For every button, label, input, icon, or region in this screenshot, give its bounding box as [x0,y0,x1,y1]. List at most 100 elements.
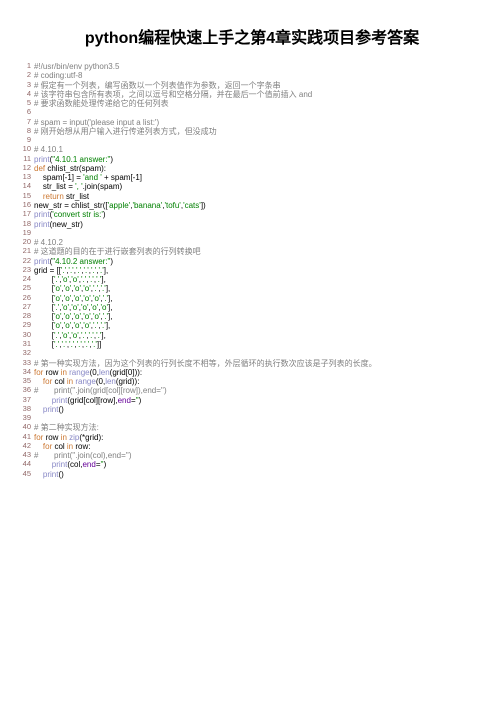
code-token: grid = [[ [34,266,61,275]
code-token: (grid[col][row], [67,396,117,405]
code-token: ) [104,460,107,469]
code-token: ], [106,321,110,330]
code-token: row: [75,442,90,451]
code-token: () [58,470,63,479]
line-content: def chlist_str(spam): [34,164,484,173]
code-token: ], [108,303,112,312]
code-token: (*grid): [79,433,103,442]
code-line: 2# coding:utf-8 [20,71,484,80]
code-token: ) [110,257,113,266]
code-line: 32 [20,349,484,358]
code-token: [ [34,312,54,321]
code-line: 20# 4.10.2 [20,238,484,247]
line-content: for row in zip(*grid): [34,433,484,442]
line-content [34,136,484,145]
line-content: str_list = ', '.join(spam) [34,182,484,191]
code-token: "4.10.2 answer:" [52,257,110,266]
code-token: 'o' [54,321,62,330]
code-token: () [58,405,63,414]
code-token: end [118,396,131,405]
code-token: return [43,192,66,201]
code-token [34,405,43,414]
line-content: ['.','o','o','.','.','.'], [34,275,484,284]
code-line: 28 ['o','o','o','o','o','.'], [20,312,484,321]
code-token: print [52,396,68,405]
line-content: ['o','o','o','o','.','.'], [34,284,484,293]
code-line: 21# 这道题的目的在于进行嵌套列表的行列转换吧 [20,247,484,256]
line-content: # 要求函数能处理传递给它的任何列表 [34,99,484,108]
code-block: 1#!/usr/bin/env python3.52# coding:utf-8… [20,62,484,479]
code-line: 14 str_list = ', '.join(spam) [20,182,484,191]
code-token: str_list = [34,182,75,191]
code-token: len [99,368,110,377]
code-token [34,377,43,386]
code-token: print [52,460,68,469]
code-line: 44 print(col,end='') [20,460,484,469]
line-content: ['.','o','o','.','.','.'], [34,331,484,340]
page-title: python编程快速上手之第4章实践项目参考答案 [20,24,484,48]
code-token: + spam[- [102,173,136,182]
code-token: 'o' [62,303,70,312]
line-content: new_str = chlist_str(['apple','banana','… [34,201,484,210]
code-token: 'and ' [83,173,102,182]
code-token [34,442,43,451]
code-line: 8# 刚开始想从用户输入进行传递列表方式，但没成功 [20,127,484,136]
code-token: ]] [97,340,101,349]
code-token: 'o' [62,331,70,340]
code-line: 11print("4.10.1 answer:") [20,155,484,164]
code-token: 'o' [71,303,79,312]
code-token: 'cats' [183,201,201,210]
code-token: len [105,377,116,386]
code-token: ], [106,284,110,293]
code-token: 'convert str is:' [52,210,103,219]
code-token [34,396,52,405]
line-content: print('convert str is:') [34,210,484,219]
code-token: # 4.10.1 [34,145,63,154]
code-token [34,470,43,479]
code-line: 4# 该字符串包含所有表项，之间以逗号和空格分隔，并在最后一个值前插入 and [20,90,484,99]
code-token: row [46,368,61,377]
code-token: 'o' [83,312,91,321]
code-token: # coding:utf-8 [34,71,82,80]
code-line: 12def chlist_str(spam): [20,164,484,173]
code-token: chlist_str(spam): [47,164,106,173]
code-token: 'o' [54,294,62,303]
code-line: 19 [20,229,484,238]
code-line: 7# spam = input('please input a list:') [20,118,484,127]
line-content: print(grid[col][row],end='') [34,396,484,405]
code-token: (grid)): [116,377,140,386]
code-line: 16new_str = chlist_str(['apple','banana'… [20,201,484,210]
code-line: 41for row in zip(*grid): [20,433,484,442]
code-token: 'o' [93,312,101,321]
code-token: print [43,470,59,479]
code-token: row [46,433,61,442]
line-content: grid = [['.','.','.','.','.','.'], [34,266,484,275]
code-token: "4.10.1 answer:" [52,155,110,164]
code-token: ) [110,155,113,164]
code-line: 15 return str_list [20,192,484,201]
code-token: for [43,377,55,386]
line-content: # print(''.join(grid[col][row]),end='') [34,386,484,395]
code-token: new_str = chlist_str([ [34,201,108,210]
code-token: end [82,460,95,469]
code-line: 1#!/usr/bin/env python3.5 [20,62,484,71]
line-content: print("4.10.2 answer:") [34,257,484,266]
line-content: for row in range(0,len(grid[0])): [34,368,484,377]
code-token: ], [101,275,105,284]
line-content: # coding:utf-8 [34,71,484,80]
code-line: 22print("4.10.2 answer:") [20,257,484,266]
line-content: print() [34,470,484,479]
code-line: 36# print(''.join(grid[col][row]),end=''… [20,386,484,395]
code-token: range [75,377,95,386]
code-token: 'o' [54,312,62,321]
code-token: [ [34,303,54,312]
line-content: # 刚开始想从用户输入进行传递列表方式，但没成功 [34,127,484,136]
code-line: 37 print(grid[col][row],end='') [20,396,484,405]
code-token: for [34,433,46,442]
code-token: # 4.10.2 [34,238,63,247]
line-content: return str_list [34,192,484,201]
line-content: ['o','o','o','o','o','.'], [34,294,484,303]
code-line: 40# 第二种实现方法: [20,423,484,432]
code-token: # 该字符串包含所有表项，之间以逗号和空格分隔，并在最后一个值前插入 and [34,90,312,99]
code-token: ], [108,312,112,321]
